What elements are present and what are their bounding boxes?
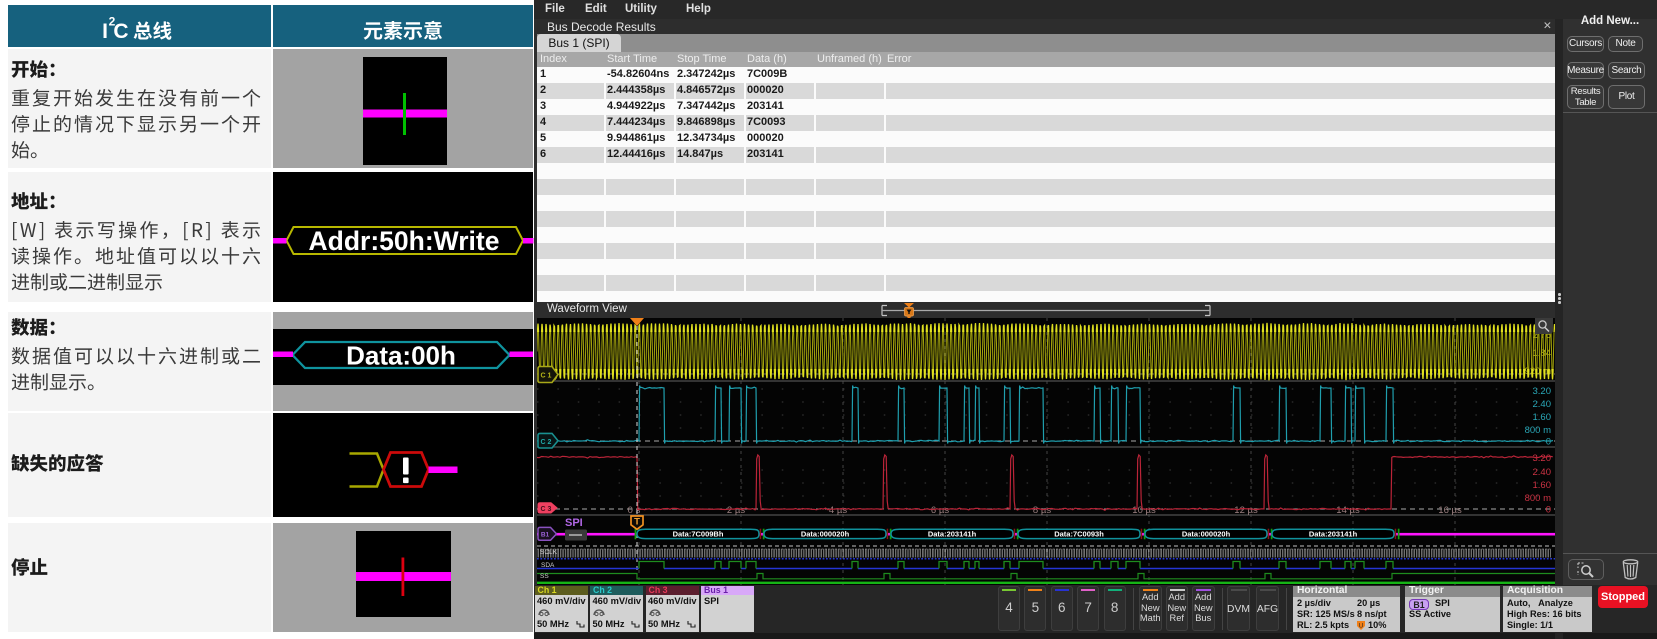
svg-text:1.60: 1.60 bbox=[1533, 480, 1552, 491]
svg-text:16 µs: 16 µs bbox=[1438, 505, 1462, 516]
svg-text:Data:7C009Bh: Data:7C009Bh bbox=[673, 529, 724, 538]
svg-text:Data:00h: Data:00h bbox=[346, 341, 456, 371]
svg-text:2.40: 2.40 bbox=[1533, 467, 1552, 478]
svg-text:Addr:50h:Write: Addr:50h:Write bbox=[309, 226, 500, 256]
svg-text:SPI: SPI bbox=[565, 517, 583, 529]
svg-text:2 µs: 2 µs bbox=[727, 505, 745, 516]
svg-text:8 µs: 8 µs bbox=[1033, 505, 1051, 516]
svg-text:0 s: 0 s bbox=[628, 505, 641, 516]
svg-text:6 µs: 6 µs bbox=[931, 505, 949, 516]
svg-text:SS: SS bbox=[540, 573, 549, 580]
svg-text:Data:7C0093h: Data:7C0093h bbox=[1054, 529, 1104, 538]
svg-text:Data:203141h: Data:203141h bbox=[1309, 529, 1358, 538]
svg-text:C 2: C 2 bbox=[541, 439, 552, 446]
svg-text:SCLK: SCLK bbox=[540, 549, 558, 556]
svg-text:12 µs: 12 µs bbox=[1234, 505, 1258, 516]
svg-text:10 µs: 10 µs bbox=[1132, 505, 1156, 516]
svg-text:I: I bbox=[102, 20, 108, 43]
svg-text:14 µs: 14 µs bbox=[1336, 505, 1360, 516]
svg-text:800 m: 800 m bbox=[1525, 493, 1551, 504]
svg-text:U: U bbox=[1359, 624, 1363, 630]
svg-text:Data:203141h: Data:203141h bbox=[928, 529, 977, 538]
svg-text:2.40: 2.40 bbox=[1533, 399, 1552, 410]
svg-text:3.20: 3.20 bbox=[1533, 453, 1552, 464]
svg-text:0: 0 bbox=[1546, 437, 1551, 448]
svg-text:3.20: 3.20 bbox=[1533, 386, 1552, 397]
svg-text:C 1: C 1 bbox=[541, 373, 552, 380]
svg-text:Data:000020h: Data:000020h bbox=[1182, 529, 1231, 538]
svg-text:T: T bbox=[634, 516, 640, 527]
svg-text:C 3: C 3 bbox=[541, 506, 552, 513]
svg-text:4 µs: 4 µs bbox=[829, 505, 847, 516]
svg-text:C: C bbox=[113, 20, 128, 43]
svg-text:1.60: 1.60 bbox=[1533, 412, 1552, 423]
svg-text:SDA: SDA bbox=[541, 562, 555, 569]
svg-text:0: 0 bbox=[1546, 505, 1551, 516]
svg-text:800 m: 800 m bbox=[1525, 425, 1551, 436]
svg-text:B1: B1 bbox=[541, 532, 550, 539]
svg-text:Data:000020h: Data:000020h bbox=[801, 529, 850, 538]
